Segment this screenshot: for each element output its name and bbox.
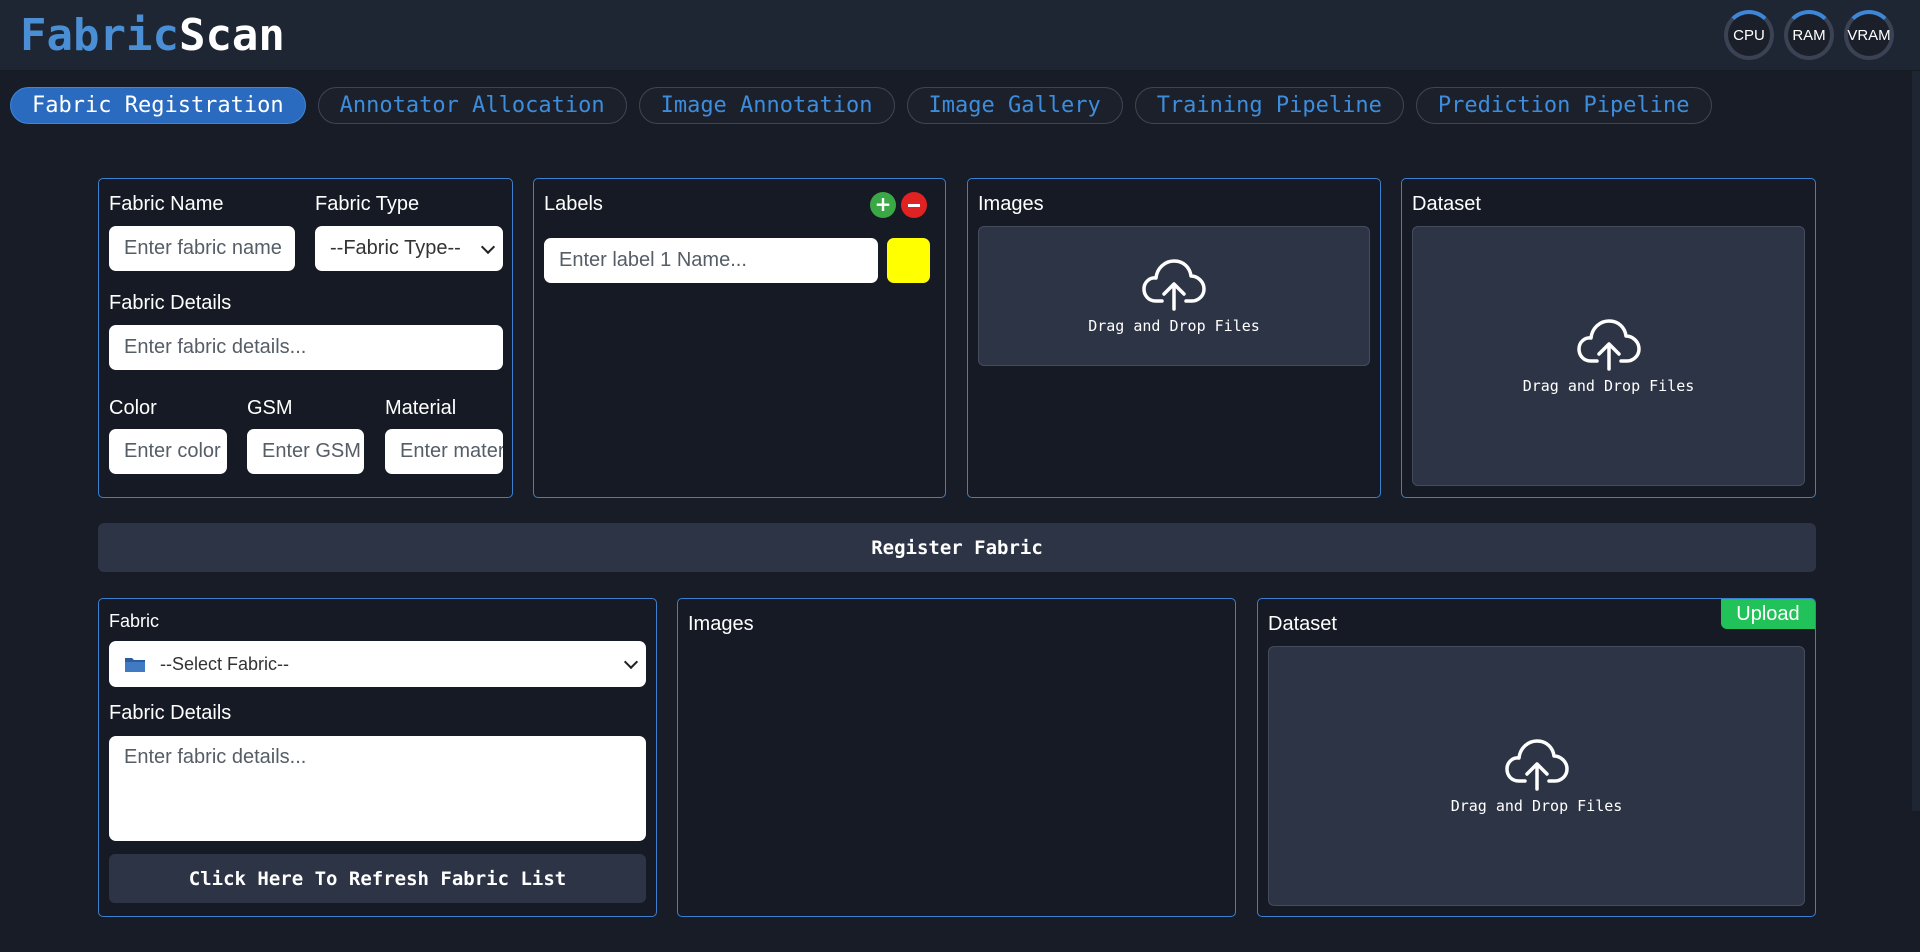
tab-image-gallery[interactable]: Image Gallery	[906, 87, 1123, 124]
images-panel: Images Drag and Drop Files	[967, 178, 1381, 498]
label-name-input[interactable]: Enter label 1 Name...	[544, 238, 878, 283]
chevron-down-icon	[480, 239, 496, 254]
page-scrollbar[interactable]	[1912, 71, 1920, 811]
images-dropzone[interactable]: Drag and Drop Files	[978, 226, 1370, 366]
register-fabric-button[interactable]: Register Fabric	[98, 523, 1816, 572]
fabric-type-label: Fabric Type	[315, 193, 420, 215]
dataset-dropzone[interactable]: Drag and Drop Files	[1412, 226, 1805, 486]
folder-icon	[125, 658, 145, 672]
material-input[interactable]: Enter material	[385, 429, 503, 474]
fabric-label: Fabric	[109, 611, 160, 631]
labels-panel: Labels + Enter label 1 Name...	[533, 178, 946, 498]
ram-gauge: RAM	[1784, 10, 1834, 60]
fabric-details-input[interactable]: Enter fabric details...	[109, 325, 503, 370]
logo-part-scan: Scan	[178, 10, 285, 61]
main-tabs: Fabric Registration Annotator Allocation…	[10, 87, 1712, 124]
vram-gauge: VRAM	[1844, 10, 1894, 60]
fabric-details-label: Fabric Details	[109, 292, 232, 314]
upload-dataset-panel: Dataset Upload Drag and Drop Files	[1257, 598, 1816, 917]
upload-dataset-title: Dataset	[1268, 613, 1337, 635]
app-logo: FabricScan	[20, 10, 285, 62]
cpu-gauge: CPU	[1724, 10, 1774, 60]
fabric-name-label: Fabric Name	[109, 193, 224, 215]
chevron-down-icon	[623, 654, 639, 670]
upload-button[interactable]: Upload	[1721, 599, 1815, 629]
label-color-swatch[interactable]	[887, 238, 930, 283]
fabric-type-select[interactable]: --Fabric Type--	[315, 226, 503, 271]
fabric-name-input[interactable]: Enter fabric name	[109, 226, 295, 271]
tab-annotator-allocation[interactable]: Annotator Allocation	[317, 87, 627, 124]
fabric-details-label: Fabric Details	[109, 702, 232, 724]
color-input[interactable]: Enter color	[109, 429, 227, 474]
fabric-form-panel: Fabric Name Enter fabric name Fabric Typ…	[98, 178, 513, 498]
tab-training-pipeline[interactable]: Training Pipeline	[1134, 87, 1404, 124]
dropzone-text: Drag and Drop Files	[1522, 377, 1695, 395]
fabric-details-textarea[interactable]: Enter fabric details...	[109, 736, 646, 841]
fabric-type-selected: --Fabric Type--	[330, 237, 461, 259]
upload-images-panel: Images	[677, 598, 1236, 917]
remove-label-button[interactable]	[901, 192, 927, 218]
gsm-label: GSM	[247, 397, 293, 419]
plus-icon: +	[874, 192, 892, 216]
dropzone-text: Drag and Drop Files	[1088, 317, 1260, 335]
tab-prediction-pipeline[interactable]: Prediction Pipeline	[1415, 87, 1712, 124]
resource-gauges: CPU RAM VRAM	[1724, 10, 1894, 60]
tab-image-annotation[interactable]: Image Annotation	[638, 87, 895, 124]
dataset-title: Dataset	[1412, 193, 1481, 215]
images-title: Images	[978, 193, 1044, 215]
dataset-panel: Dataset Drag and Drop Files	[1401, 178, 1816, 498]
fabric-select[interactable]: --Select Fabric--	[109, 641, 646, 687]
fabric-select-value: --Select Fabric--	[160, 653, 290, 674]
material-label: Material	[385, 397, 457, 419]
logo-part-fabric: Fabric	[20, 10, 179, 61]
tab-fabric-registration[interactable]: Fabric Registration	[10, 87, 306, 124]
gsm-input[interactable]: Enter GSM	[247, 429, 364, 474]
cloud-upload-icon	[1504, 739, 1569, 791]
cloud-upload-icon	[1142, 259, 1206, 311]
minus-icon	[908, 203, 920, 207]
labels-title: Labels	[544, 193, 603, 215]
fabric-select-panel: Fabric --Select Fabric-- Fabric Details …	[98, 598, 657, 917]
upload-images-title: Images	[688, 613, 754, 635]
add-label-button[interactable]: +	[870, 192, 896, 218]
dropzone-text: Drag and Drop Files	[1450, 797, 1623, 815]
color-label: Color	[109, 397, 157, 419]
refresh-fabric-list-button[interactable]: Click Here To Refresh Fabric List	[109, 854, 646, 903]
upload-dataset-dropzone[interactable]: Drag and Drop Files	[1268, 646, 1805, 906]
app-header: FabricScan CPU RAM VRAM	[0, 0, 1920, 71]
cloud-upload-icon	[1576, 319, 1641, 371]
